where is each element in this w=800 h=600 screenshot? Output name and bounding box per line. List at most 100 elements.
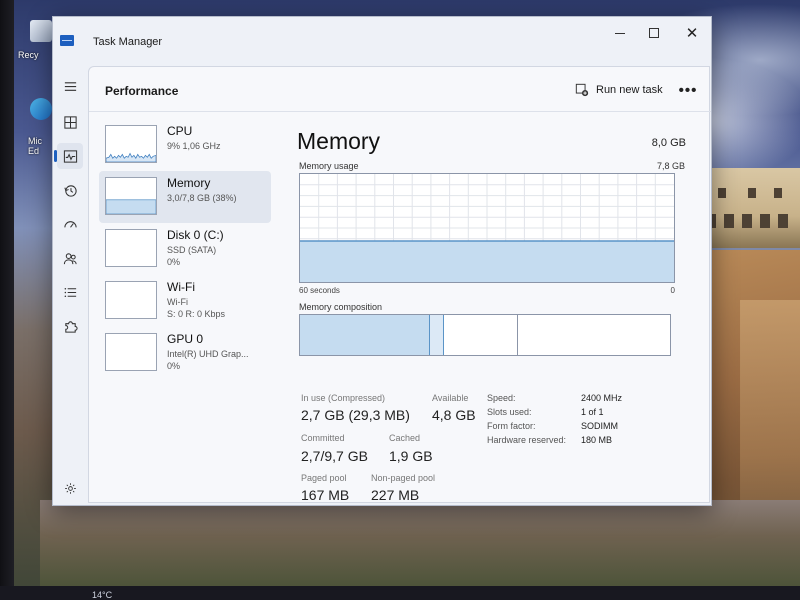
page-title: Performance [105,84,179,98]
more-options-button[interactable]: ••• [675,78,701,102]
graph-axis-start: 60 seconds [299,286,340,295]
available-label: Available [432,393,469,403]
resource-usage: 0% [167,257,181,267]
wallpaper-town [698,168,800,248]
resource-item-cpu[interactable]: CPU 9% 1,06 GHz [99,119,271,171]
in-use-label: In use (Compressed) [301,393,386,403]
resource-name: CPU [167,124,193,138]
run-task-icon [575,83,589,97]
task-manager-window: Task Manager ✕ Performance Run new task … [52,16,712,506]
resource-item-disk[interactable]: Disk 0 (C:) SSD (SATA) 0% [99,223,271,275]
maximize-icon [649,28,659,38]
resource-item-wifi[interactable]: Wi-Fi Wi-Fi S: 0 R: 0 Kbps [99,275,271,327]
run-new-task-button[interactable]: Run new task [569,78,669,102]
resource-name: Memory [167,176,211,190]
services-puzzle-icon [64,320,78,333]
resource-usage: 0% [167,361,181,371]
microsoft-edge-label: Mic Ed [28,136,42,156]
resource-list: CPU 9% 1,06 GHz Memory 3,0/7,8 GB (38%) … [99,119,275,419]
resource-name: Wi-Fi [167,280,195,294]
settings-button[interactable] [57,475,83,501]
resource-throughput: S: 0 R: 0 Kbps [167,309,226,319]
recycle-bin-label: Recy [18,50,39,60]
cpu-thumbnail-graph [105,125,157,163]
resource-item-memory[interactable]: Memory 3,0/7,8 GB (38%) [99,171,271,223]
spec-form-factor-value: SODIMM [581,421,618,431]
non-paged-pool-label: Non-paged pool [371,473,436,483]
task-manager-app-icon [60,35,74,46]
spec-speed-value: 2400 MHz [581,393,623,403]
resource-detail: Intel(R) UHD Grap... [167,349,249,359]
nav-users[interactable] [57,245,83,271]
taskbar-weather[interactable]: 14°C [92,590,112,600]
resource-name: Disk 0 (C:) [167,228,224,242]
resource-detail: Wi-Fi [167,297,188,307]
settings-gear-icon [64,482,76,494]
recycle-bin-icon[interactable] [30,20,52,42]
memory-usage-area [300,240,674,282]
committed-value: 2,7/9,7 GB [301,448,368,464]
details-list-icon [64,287,76,297]
header-divider [89,111,711,112]
maximize-button[interactable] [637,21,671,45]
performance-pulse-icon [63,149,77,163]
spec-form-factor-label: Form factor: [487,421,536,431]
processes-grid-icon [63,115,77,129]
memory-composition-label: Memory composition [299,302,383,312]
spec-slots-value: 1 of 1 [581,407,604,417]
resource-name: GPU 0 [167,332,204,346]
graph-axis-end: 0 [670,286,675,295]
navigation-rail [53,61,87,505]
disk-thumbnail-graph [105,229,157,267]
spec-hw-reserved-label: Hardware reserved: [487,435,567,445]
committed-label: Committed [301,433,345,443]
resource-detail: 3,0/7,8 GB (38%) [167,193,237,203]
close-icon: ✕ [685,25,699,42]
monitor-bezel-bottom [0,586,800,600]
nav-app-history[interactable] [57,177,83,203]
monitor-bezel [0,0,14,600]
run-new-task-label: Run new task [596,84,663,96]
spec-slots-label: Slots used: [487,407,532,417]
title-bar[interactable]: Task Manager ✕ [53,17,711,61]
paged-pool-label: Paged pool [301,473,347,483]
users-icon [63,252,77,264]
startup-gauge-icon [63,220,77,228]
window-title: Task Manager [93,36,163,48]
memory-usage-max: 7,8 GB [656,161,685,171]
resource-detail: 9% 1,06 GHz [167,141,221,151]
memory-total: 8,0 GB [651,137,686,149]
composition-modified-segment [429,315,445,355]
available-value: 4,8 GB [432,407,476,423]
resource-detail: SSD (SATA) [167,245,217,255]
detail-title: Memory [297,128,381,154]
cached-label: Cached [389,433,421,443]
nav-processes[interactable] [57,109,83,135]
spec-speed-label: Speed: [487,393,516,403]
microsoft-edge-icon[interactable] [30,98,52,120]
minimize-button[interactable] [603,21,637,45]
wifi-thumbnail-graph [105,281,157,319]
nav-startup-apps[interactable] [57,211,83,237]
minimize-icon [615,32,625,34]
paged-pool-value: 167 MB [301,487,350,503]
close-button[interactable]: ✕ [675,21,709,45]
memory-thumbnail-graph [105,177,157,215]
spec-hw-reserved-value: 180 MB [581,435,613,445]
composition-standby-segment [444,315,519,355]
composition-in-use-segment [300,315,430,355]
hamburger-menu-icon [64,81,76,91]
nav-services[interactable] [57,313,83,339]
performance-panel: Performance Run new task ••• CPU 9% 1,06… [88,66,711,503]
resource-item-gpu[interactable]: GPU 0 Intel(R) UHD Grap... 0% [99,327,271,379]
cached-value: 1,9 GB [389,448,433,464]
wallpaper-ground [40,500,800,590]
memory-usage-label: Memory usage [299,161,359,171]
hamburger-menu-button[interactable] [57,73,83,99]
composition-free-segment [518,315,670,355]
gpu-thumbnail-graph [105,333,157,371]
memory-composition-bar [299,314,671,356]
nav-performance[interactable] [54,143,83,169]
nav-details[interactable] [57,279,83,305]
in-use-value: 2,7 GB (29,3 MB) [301,407,410,423]
